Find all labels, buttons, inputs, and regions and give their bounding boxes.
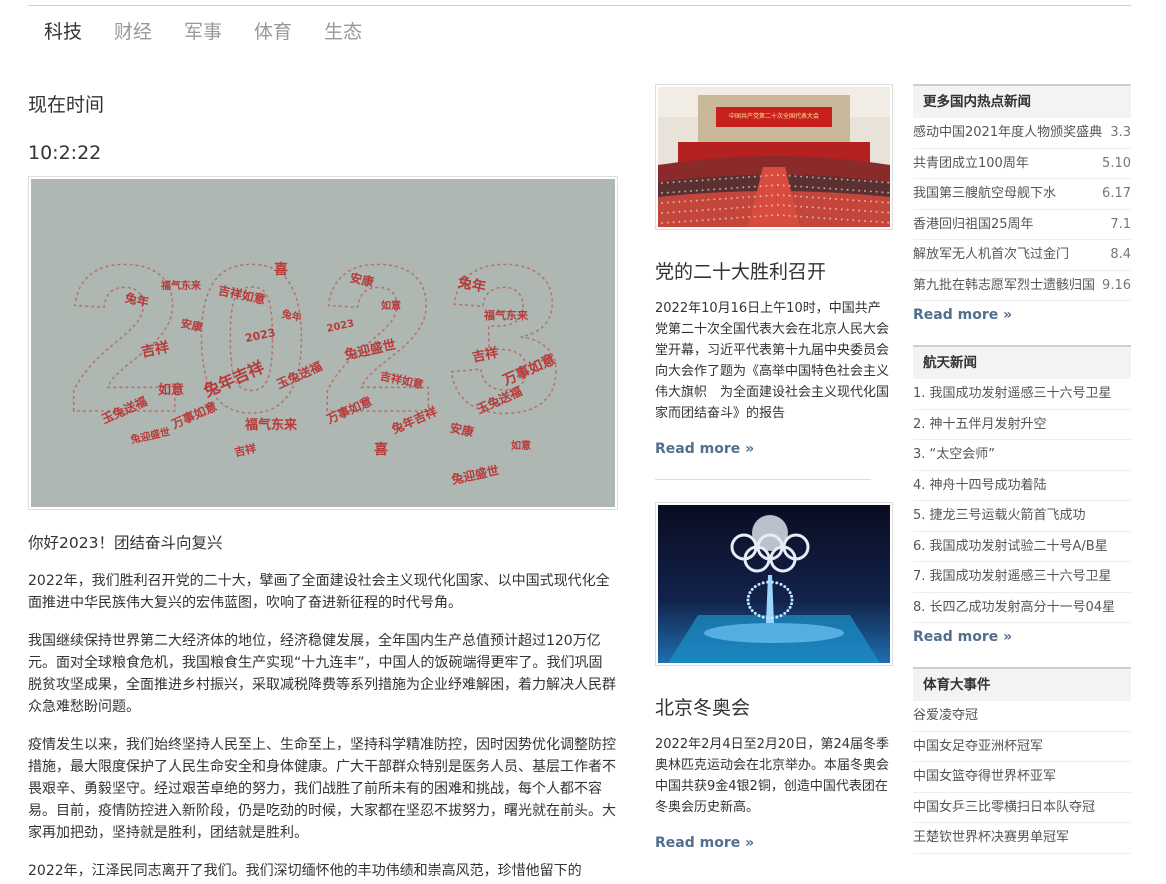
sports-news-item[interactable]: 王楚钦世界杯决赛男单冠军	[913, 823, 1131, 854]
space-news-item[interactable]: 4. 神舟十四号成功着陆	[913, 471, 1131, 501]
hot-news-item[interactable]: 第九批在韩志愿军烈士遗骸归国 9.16	[913, 271, 1131, 301]
congress-hall-image: 中国共产党第二十次全国代表大会	[658, 87, 890, 227]
space-news-item[interactable]: 3. “太空会师”	[913, 440, 1131, 471]
card-text: 2022年2月4日至2月20日，第24届冬季奥林匹克运动会在北京举办。本届冬奥会…	[655, 737, 890, 815]
hot-news-date: 3.3	[1110, 125, 1131, 140]
nav-tab-ecology[interactable]: 生态	[308, 18, 378, 46]
top-divider	[28, 5, 1131, 6]
hot-news-item[interactable]: 解放军无人机首次飞过金门 8.4	[913, 240, 1131, 271]
hero-image-2023: 2023 兔年 福气东来 吉祥 玉兔送福 安康 如意 兔迎盛世 万事如意 吉祥如意喜 2023 兔年…	[28, 176, 618, 510]
current-time-value: 10:2:22	[28, 142, 102, 164]
article-paragraph: 2022年，我们胜利召开党的二十大，擘画了全面建设社会主义现代化国家、以中国式现…	[28, 573, 610, 611]
sports-news-item[interactable]: 谷爱凌夺冠	[913, 701, 1131, 732]
olympics-photo	[655, 502, 893, 666]
space-news-heading: 航天新闻	[913, 345, 1131, 379]
word-cloud-2023-image: 2023 兔年福气东来吉祥玉兔送福安康如意兔迎盛世万事如意吉祥如意喜2023兔年…	[66, 220, 573, 487]
sidebar: 更多国内热点新闻 感动中国2021年度人物颁奖盛典 3.3 共青团成立100周年 5…	[913, 84, 1131, 876]
hot-news-read-more[interactable]: Read more »	[913, 307, 1131, 323]
space-news-read-more[interactable]: Read more »	[913, 629, 1131, 645]
read-more-link[interactable]: Read more »	[655, 835, 754, 851]
space-news-item[interactable]: 1. 我国成功发射遥感三十六号卫星	[913, 379, 1131, 410]
hot-news-item[interactable]: 感动中国2021年度人物颁奖盛典 3.3	[913, 118, 1131, 149]
hot-news-text[interactable]: 感动中国2021年度人物颁奖盛典	[913, 118, 1102, 148]
sports-news-item[interactable]: 中国女乒三比零横扫日本队夺冠	[913, 793, 1131, 823]
card-divider	[655, 479, 871, 480]
nav-tab-finance[interactable]: 财经	[98, 18, 168, 46]
current-time-label: 现在时间	[28, 94, 105, 116]
hot-news-date: 8.4	[1110, 247, 1131, 262]
card-title[interactable]: 党的二十大胜利召开	[655, 258, 893, 286]
card-title[interactable]: 北京冬奥会	[655, 694, 893, 722]
article-title: 你好2023！团结奋斗向复兴	[28, 534, 223, 552]
word-cloud-word: 喜	[274, 261, 288, 278]
hot-news-text[interactable]: 我国第三艘航空母舰下水	[913, 179, 1056, 209]
sports-news-item[interactable]: 中国女足夺亚洲杯冠军	[913, 732, 1131, 762]
hero-big-text: 2023	[66, 221, 573, 456]
hot-news-date: 7.1	[1110, 216, 1131, 232]
hot-news-heading: 更多国内热点新闻	[913, 84, 1131, 118]
word-cloud-word: 福气东来	[483, 308, 529, 322]
hot-news-item[interactable]: 共青团成立100周年 5.10	[913, 149, 1131, 179]
congress-photo-canvas: 中国共产党第二十次全国代表大会	[658, 87, 890, 227]
nav-tab-military[interactable]: 军事	[168, 18, 238, 46]
congress-photo: 中国共产党第二十次全国代表大会	[655, 84, 893, 230]
word-cloud-word: 如意	[381, 299, 401, 312]
word-cloud-word: 福气东来	[244, 417, 298, 433]
word-cloud-word: 喜	[374, 441, 388, 458]
article-paragraph: 疫情发生以来，我们始终坚持人民至上、生命至上，坚持科学精准防控，因时因势优化调整…	[28, 737, 616, 841]
winter-olympics-image	[658, 505, 890, 663]
hot-news-date: 6.17	[1102, 186, 1131, 201]
space-news-block: 航天新闻 1. 我国成功发射遥感三十六号卫星 2. 神十五伴月发射升空 3. “…	[913, 345, 1131, 645]
congress-banner-text: 中国共产党第二十次全国代表大会	[729, 112, 819, 120]
hot-news-block: 更多国内热点新闻 感动中国2021年度人物颁奖盛典 3.3 共青团成立100周年 5…	[913, 84, 1131, 323]
article-paragraph: 2022年，江泽民同志离开了我们。我们深切缅怀他的丰功伟绩和崇高风范，珍惜他留下…	[28, 863, 582, 879]
card-text: 2022年10月16日上午10时，中国共产党第二十次全国代表大会在北京人民大会堂…	[655, 301, 890, 421]
space-news-item[interactable]: 6. 我国成功发射试验二十号A/B星	[913, 532, 1131, 562]
word-cloud-word: 如意	[158, 382, 184, 398]
space-news-item[interactable]: 5. 捷龙三号运载火箭首飞成功	[913, 501, 1131, 532]
news-cards-column: 中国共产党第二十次全国代表大会 党的二十大胜利召开 2022年10月16日上午1…	[655, 84, 893, 851]
olympics-photo-canvas	[658, 505, 890, 663]
main-column: 现在时间 10:2:22 2023 兔年 福气东来 吉祥 玉兔送福 安康 如意 兔迎盛世 万事…	[28, 90, 618, 882]
word-cloud-word: 福气东来	[160, 279, 202, 292]
word-cloud-word: 如意	[511, 439, 531, 452]
read-more-link[interactable]: Read more »	[655, 441, 754, 457]
space-news-item[interactable]: 8. 长四乙成功发射高分十一号04星	[913, 593, 1131, 623]
article-paragraph: 我国继续保持世界第二大经济体的地位，经济稳健发展，全年国内生产总值预计超过120…	[28, 633, 616, 715]
hot-news-text[interactable]: 共青团成立100周年	[913, 149, 1029, 179]
space-news-item[interactable]: 7. 我国成功发射遥感三十六号卫星	[913, 562, 1131, 593]
hot-news-item[interactable]: 我国第三艘航空母舰下水 6.17	[913, 179, 1131, 210]
nav-tab-tech[interactable]: 科技	[28, 18, 98, 46]
word-cloud-word: 兔迎盛世	[449, 462, 500, 487]
nav-tab-sports[interactable]: 体育	[238, 18, 308, 46]
category-nav: 科技 财经 军事 体育 生态	[28, 18, 378, 46]
sports-news-block: 体育大事件 谷爱凌夺冠 中国女足夺亚洲杯冠军 中国女篮夺得世界杯亚军 中国女乒三…	[913, 667, 1131, 854]
hot-news-text[interactable]: 第九批在韩志愿军烈士遗骸归国	[913, 271, 1095, 301]
hot-news-text[interactable]: 解放军无人机首次飞过金门	[913, 240, 1069, 270]
hot-news-date: 9.16	[1102, 277, 1131, 293]
sports-news-item[interactable]: 中国女篮夺得世界杯亚军	[913, 762, 1131, 793]
hot-news-date: 5.10	[1102, 155, 1131, 171]
hot-news-text[interactable]: 香港回归祖国25周年	[913, 210, 1034, 240]
hero-image-canvas: 2023 兔年 福气东来 吉祥 玉兔送福 安康 如意 兔迎盛世 万事如意 吉祥如意喜 2023 兔年…	[31, 179, 615, 507]
hot-news-item[interactable]: 香港回归祖国25周年 7.1	[913, 210, 1131, 240]
space-news-item[interactable]: 2. 神十五伴月发射升空	[913, 410, 1131, 440]
sports-news-heading: 体育大事件	[913, 667, 1131, 701]
